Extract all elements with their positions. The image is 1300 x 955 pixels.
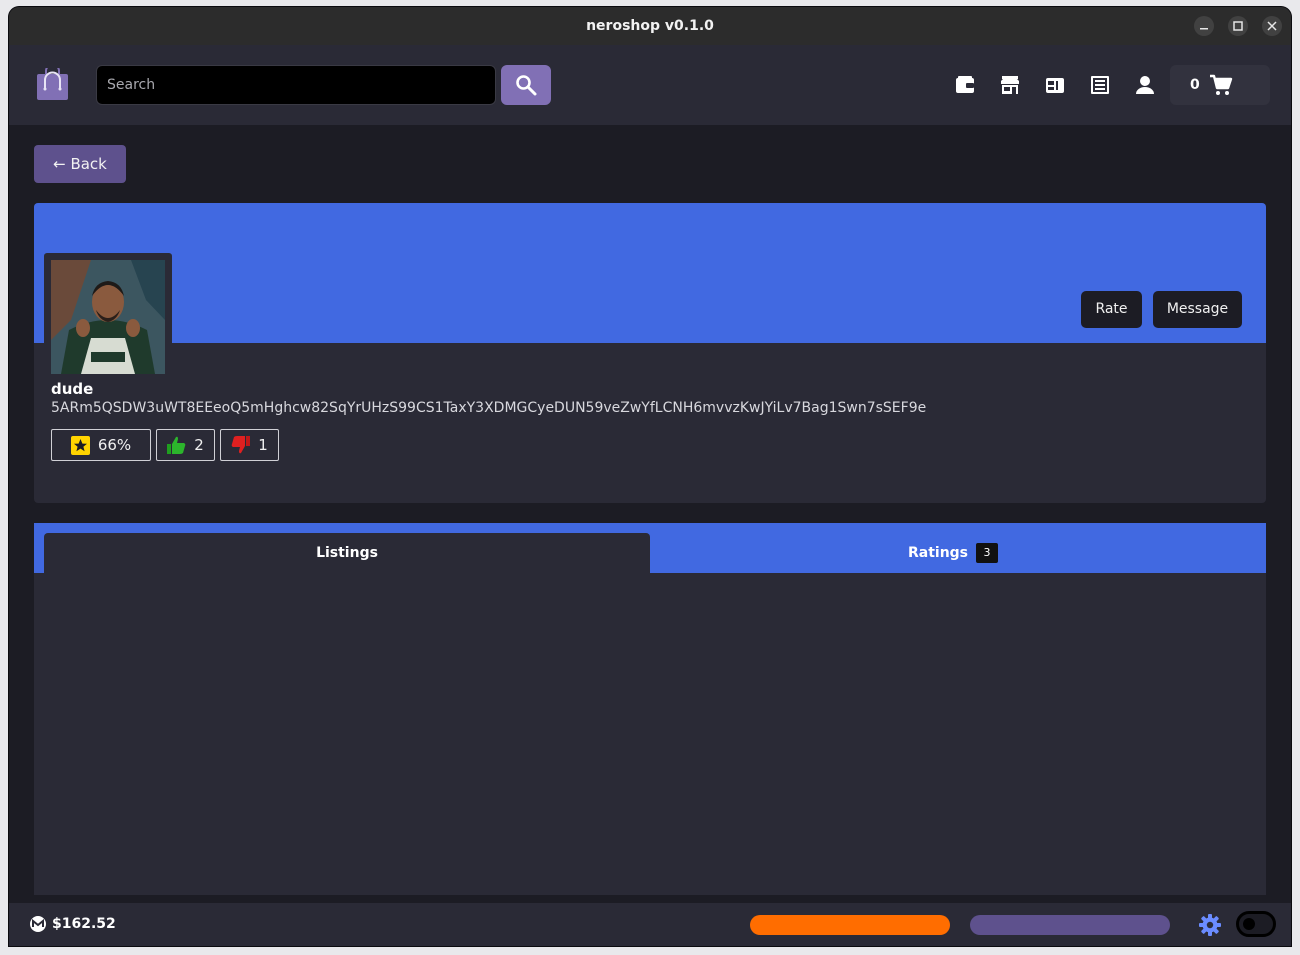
daemon-sync-progress-bar (750, 915, 950, 935)
rate-button[interactable]: Rate (1081, 291, 1142, 328)
monero-address: 5ARm5QSDW3uWT8EEeoQ5mHghcw82SqYrUHzS99CS… (51, 400, 927, 416)
tab-ratings[interactable]: Ratings 3 (650, 533, 1256, 573)
thumbs-up-icon (167, 436, 186, 454)
neroshop-logo-icon[interactable] (37, 68, 68, 100)
avatar-frame (44, 253, 172, 375)
close-icon (1267, 21, 1277, 31)
close-button[interactable] (1262, 16, 1282, 36)
tab-listings-label: Listings (316, 545, 378, 561)
cart-icon (1210, 74, 1233, 95)
dislikes-badge: 1 (220, 429, 279, 461)
title-bar: neroshop v0.1.0 (9, 7, 1291, 46)
reputation-value: 66% (97, 436, 132, 454)
store-icon[interactable] (999, 74, 1021, 96)
tabs-panel: Listings Ratings 3 (34, 523, 1266, 895)
tab-listings[interactable]: Listings (44, 533, 650, 573)
maximize-button[interactable] (1228, 16, 1248, 36)
cart-button[interactable]: 0 (1170, 65, 1270, 105)
wallet-balance: $162.52 (52, 916, 116, 932)
maximize-icon (1233, 21, 1243, 31)
reputation-badge: 66% (51, 429, 151, 461)
profile-card: Rate Message dude 5ARm5QSDW3uWT8EEeoQ5mH… (34, 203, 1266, 503)
likes-badge: 2 (156, 429, 215, 461)
avatar (51, 260, 165, 374)
message-button[interactable]: Message (1153, 291, 1242, 328)
wallet-sync-progress-bar (970, 915, 1170, 935)
back-button[interactable]: ← Back (34, 145, 126, 183)
minimize-button[interactable] (1194, 16, 1214, 36)
gear-icon[interactable] (1198, 913, 1222, 937)
search-icon (516, 75, 537, 96)
username: dude (51, 380, 94, 398)
account-icon[interactable] (1134, 74, 1156, 96)
likes-value: 2 (194, 436, 204, 454)
thumbs-down-icon (231, 436, 251, 454)
header-bar: 0 (9, 45, 1291, 125)
star-icon (70, 435, 90, 455)
inventory-icon[interactable] (1044, 74, 1066, 96)
wallet-icon[interactable] (954, 74, 976, 96)
tab-ratings-label: Ratings (907, 545, 969, 561)
toggle-knob (1243, 918, 1255, 930)
ratings-count-badge: 3 (976, 543, 999, 563)
search-input[interactable] (96, 65, 496, 105)
dislikes-value: 1 (258, 436, 268, 454)
cart-count: 0 (1190, 77, 1200, 93)
orders-icon[interactable] (1089, 74, 1111, 96)
monero-icon (30, 916, 46, 932)
minimize-icon (1200, 28, 1208, 30)
app-window: neroshop v0.1.0 Search 0 ← Back Rate Mes… (9, 7, 1291, 946)
status-bar: $162.52 (9, 903, 1291, 946)
search-button[interactable] (501, 65, 551, 105)
theme-toggle[interactable] (1236, 911, 1276, 937)
tab-bar: Listings Ratings 3 (34, 523, 1266, 573)
window-title: neroshop v0.1.0 (586, 18, 714, 34)
